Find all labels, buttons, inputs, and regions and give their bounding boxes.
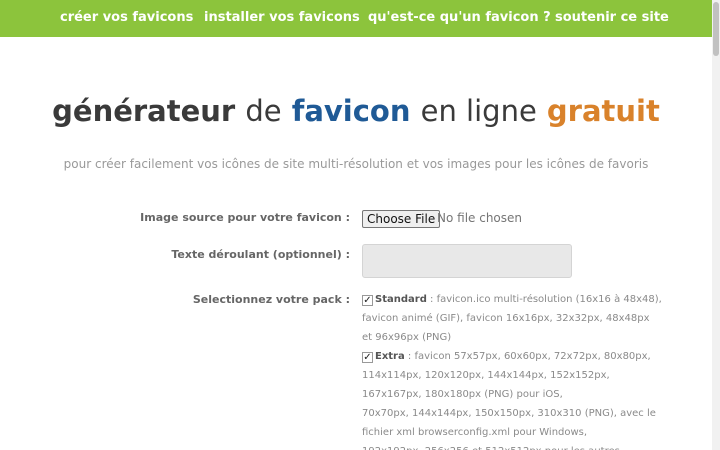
- scroll-text-input[interactable]: [362, 244, 572, 278]
- scroll-text-label: Texte déroulant (optionnel) :: [171, 248, 350, 261]
- standard-checkbox[interactable]: ✓: [362, 295, 373, 306]
- page-title: générateur de favicon en ligne gratuit: [0, 94, 712, 128]
- nav-link-what-is[interactable]: qu'est-ce qu'un favicon ?: [368, 10, 551, 25]
- title-word-generateur: générateur: [52, 94, 236, 128]
- nav-link-install[interactable]: installer vos favicons: [204, 10, 360, 25]
- extra-pack-desc-windows: 70x70px, 144x144px, 150x150px, 310x310 (…: [362, 408, 656, 438]
- title-word-gratuit: gratuit: [546, 94, 660, 128]
- pack-option-extra: ✓ Extra : favicon 57x57px, 60x60px, 72x72…: [362, 347, 662, 450]
- scrollbar-thumb[interactable]: [713, 2, 719, 56]
- extra-pack-desc: : favicon 57x57px, 60x60px, 72x72px, 80x…: [362, 351, 651, 400]
- title-word-favicon: favicon: [291, 94, 411, 128]
- nav-link-support[interactable]: soutenir ce site: [555, 10, 669, 25]
- pack-options: ✓ Standard : favicon.ico multi-résolution…: [362, 290, 662, 450]
- extra-pack-desc-others: 192x192px, 256x256 et 512x512px pour les…: [362, 442, 662, 450]
- nav-link-create[interactable]: créer vos favicons: [60, 10, 193, 25]
- pack-label: Selectionnez votre pack :: [192, 293, 350, 306]
- checkmark-icon: ✓: [363, 352, 372, 363]
- extra-checkbox[interactable]: ✓: [362, 352, 373, 363]
- checkmark-icon: ✓: [363, 295, 372, 306]
- title-word-en-ligne: en ligne: [420, 94, 537, 128]
- page-subtitle: pour créer facilement vos icônes de site…: [63, 157, 649, 171]
- top-navbar: créer vos favicons installer vos favicon…: [0, 0, 712, 37]
- file-status-text: No file chosen: [437, 211, 523, 225]
- extra-pack-name: Extra: [375, 351, 405, 362]
- choose-file-button[interactable]: Choose File: [362, 210, 441, 228]
- standard-pack-name: Standard: [375, 294, 427, 305]
- title-word-de: de: [245, 94, 282, 128]
- page-scrollbar[interactable]: [712, 0, 720, 450]
- source-image-label: Image source pour votre favicon :: [140, 211, 350, 224]
- pack-option-standard: ✓ Standard : favicon.ico multi-résolution…: [362, 290, 662, 347]
